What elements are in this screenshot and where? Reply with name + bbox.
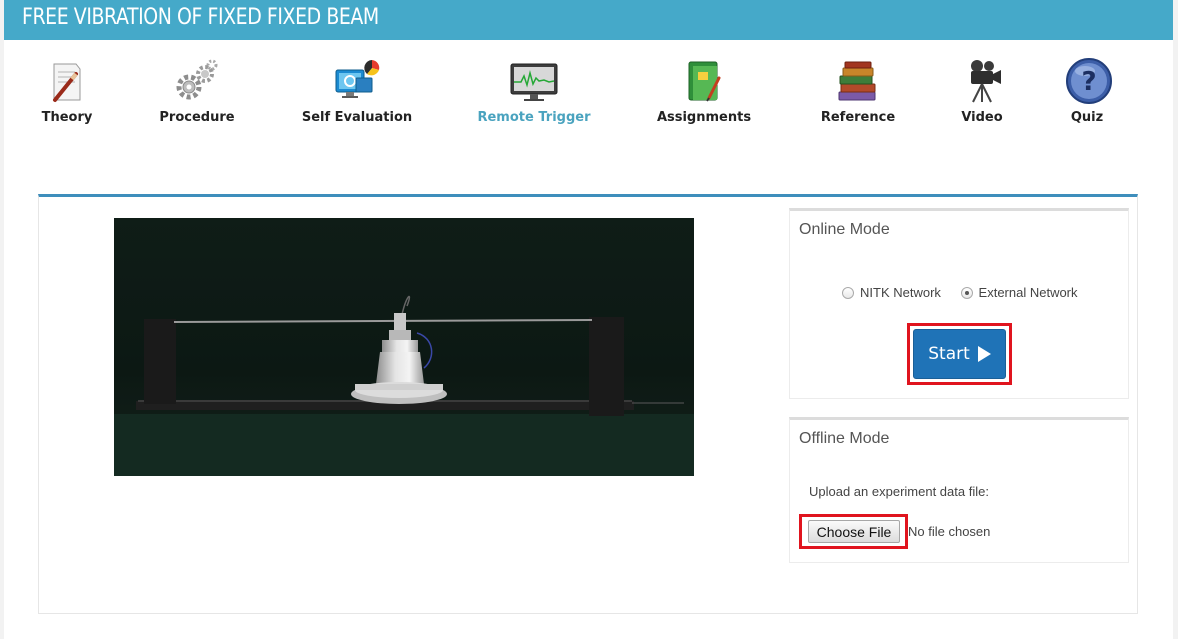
start-button-highlight: Start xyxy=(907,323,1012,385)
start-button-label: Start xyxy=(928,344,970,364)
nav-label-theory: Theory xyxy=(41,110,93,125)
nav-label-assignments: Assignments xyxy=(656,110,752,125)
nav-item-assignments[interactable]: Assignments xyxy=(652,56,756,125)
monitor-pie-chart-icon xyxy=(335,60,380,98)
signal-monitor-icon xyxy=(510,63,558,101)
movie-camera-icon xyxy=(971,60,1001,103)
experiment-panel: Online Mode NITK Network External Networ… xyxy=(38,194,1138,614)
upload-label: Upload an experiment data file: xyxy=(809,484,989,499)
start-button[interactable]: Start xyxy=(913,329,1006,379)
books-icon xyxy=(838,61,876,101)
page-title: FREE VIBRATION OF FIXED FIXED BEAM xyxy=(22,5,379,30)
header-bar: FREE VIBRATION OF FIXED FIXED BEAM xyxy=(4,0,1173,40)
nav-label-procedure: Procedure xyxy=(159,110,235,125)
nav-item-procedure[interactable]: Procedure xyxy=(154,56,240,125)
nav-item-theory[interactable]: Theory xyxy=(32,56,102,125)
svg-text:?: ? xyxy=(1081,67,1096,97)
nav-label-reference: Reference xyxy=(820,110,896,125)
play-icon xyxy=(977,346,991,362)
network-radio-group: NITK Network External Network xyxy=(842,284,1094,300)
page: FREE VIBRATION OF FIXED FIXED BEAM Theor… xyxy=(4,0,1173,639)
gears-icon xyxy=(176,59,218,100)
online-mode-title: Online Mode xyxy=(799,221,890,238)
online-mode-card: Online Mode NITK Network External Networ… xyxy=(789,208,1129,399)
nav-label-video: Video xyxy=(961,110,1003,125)
nav-label-remote-trigger: Remote Trigger xyxy=(477,110,591,125)
nav-label-self-evaluation: Self Evaluation xyxy=(301,110,413,125)
nav-label-quiz: Quiz xyxy=(1070,110,1104,125)
notebook-icon xyxy=(688,61,721,102)
question-mark-icon: ? xyxy=(1066,58,1112,104)
offline-mode-card: Offline Mode Upload an experiment data f… xyxy=(789,417,1129,563)
nitk-network-radio[interactable] xyxy=(842,286,854,299)
nav-item-self-evaluation[interactable]: Self Evaluation xyxy=(299,56,415,125)
choose-file-button[interactable]: Choose File xyxy=(808,520,900,543)
file-status: No file chosen xyxy=(908,524,991,539)
external-network-label[interactable]: External Network xyxy=(979,285,1078,300)
nav-item-quiz[interactable]: ? Quiz xyxy=(1064,56,1112,125)
nav-bar: Theory Procedure Self Evaluation Remote … xyxy=(4,56,1173,136)
pencil-document-icon xyxy=(53,63,81,102)
nitk-network-label[interactable]: NITK Network xyxy=(860,285,941,300)
external-network-radio[interactable] xyxy=(960,286,973,299)
nav-item-reference[interactable]: Reference xyxy=(817,56,899,125)
experiment-camera-feed xyxy=(114,218,694,476)
choose-file-highlight: Choose File xyxy=(799,514,908,549)
nav-item-video[interactable]: Video xyxy=(954,56,1010,125)
nav-item-remote-trigger[interactable]: Remote Trigger xyxy=(472,56,596,125)
offline-mode-title: Offline Mode xyxy=(799,430,890,447)
beam-setup-image xyxy=(114,218,694,476)
